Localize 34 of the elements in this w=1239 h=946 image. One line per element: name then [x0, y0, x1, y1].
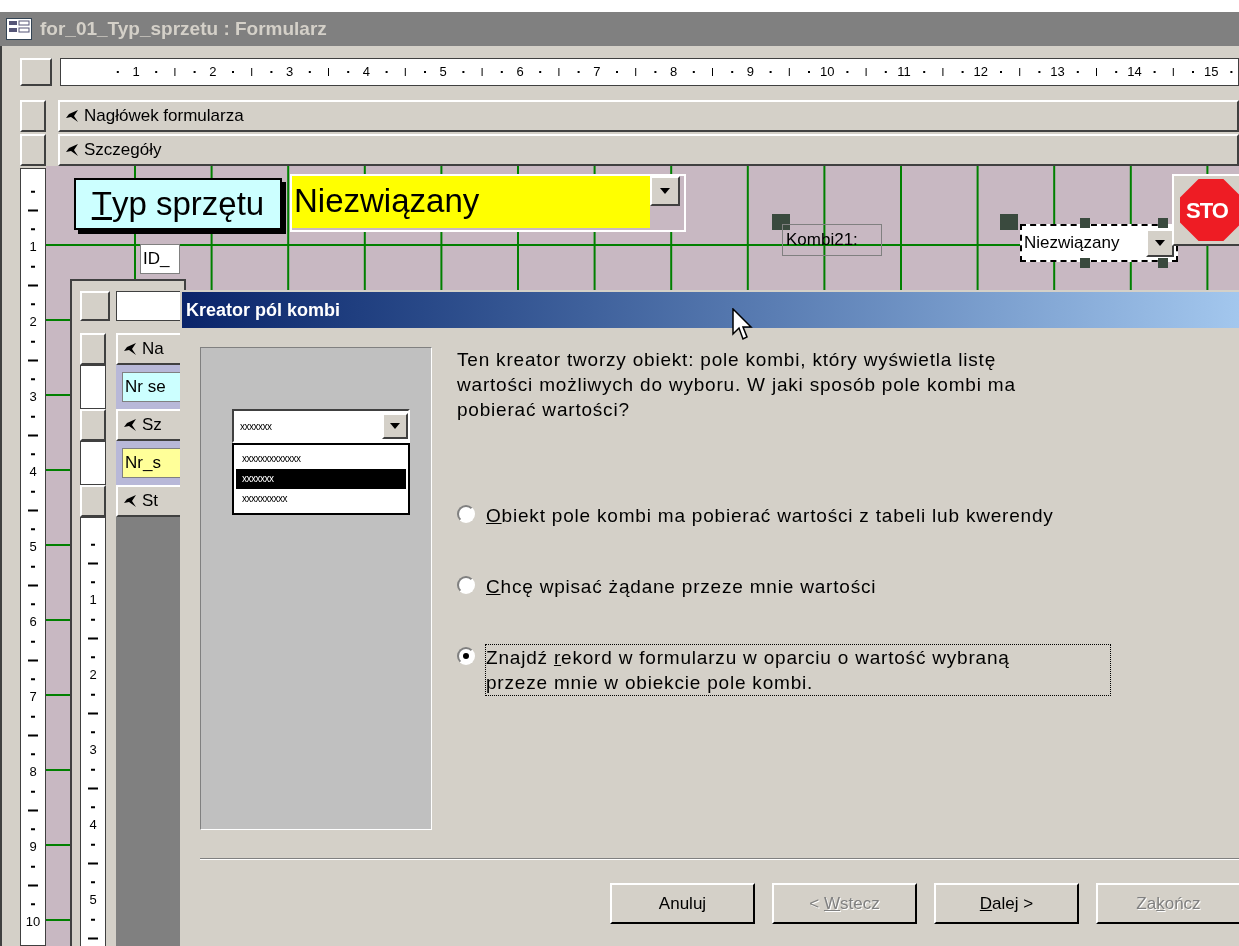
ruler-number: 6 [516, 63, 524, 81]
section-bar[interactable]: Szczegóły [58, 134, 1239, 166]
text-field[interactable]: ID_ [140, 244, 180, 274]
ruler-number: 2 [209, 63, 217, 81]
list-item: xxxxxxx [236, 469, 406, 489]
dialog-button[interactable]: Anuluj [610, 883, 755, 924]
ruler-number: 12 [973, 63, 989, 81]
ruler-number: 13 [1050, 63, 1065, 81]
intro-text: Ten kreator tworzy obiekt: pole kombi, który wyświetla listę wartości możliwych do wyboru. W jaki sposób pole kombi ma pobierać wartości? [457, 348, 1017, 422]
ruler-number: 1 [132, 63, 140, 81]
preview-combo: xxxxxxx [232, 409, 410, 443]
combo-box[interactable]: Niezwiązany [290, 174, 686, 232]
window-title: for_01_Typ_sprzetu : Formularz [40, 16, 327, 41]
field-label[interactable]: Typ sprzętu [74, 178, 282, 230]
ruler-number: 5 [439, 63, 447, 81]
ruler-number: 15 [1203, 63, 1219, 81]
ruler-number: 10 [819, 63, 835, 81]
subform[interactable]: 1 2 3 4 5 Na Nr se Sz Nr_s St [70, 279, 186, 946]
ruler-number: 3 [286, 63, 294, 81]
ruler-number: 9 [746, 63, 754, 81]
ruler-number: 11 [897, 63, 911, 81]
dialog-button[interactable]: Dalej > [934, 883, 1079, 924]
ruler-number: 8 [670, 63, 678, 81]
radio-option[interactable]: Chcę wpisać żądane przeze mnie wartości [457, 573, 1111, 600]
dialog-title: Kreator pól kombi [186, 298, 341, 322]
list-item: xxxxxxxxxx [241, 492, 288, 506]
ruler-number: 7 [593, 63, 601, 81]
section-bar[interactable]: Nagłówek formularza [58, 100, 1239, 132]
ruler-number: 4 [362, 63, 370, 81]
list-item: xxxxxxxxxxxxx [241, 452, 302, 466]
combo-box[interactable]: Niezwiązany [1020, 224, 1178, 262]
ruler-number: 14 [1127, 63, 1142, 81]
stop-button[interactable]: STO [1172, 174, 1239, 246]
option-label[interactable]: Chcę wpisać żądane przeze mnie wartości [485, 573, 878, 600]
